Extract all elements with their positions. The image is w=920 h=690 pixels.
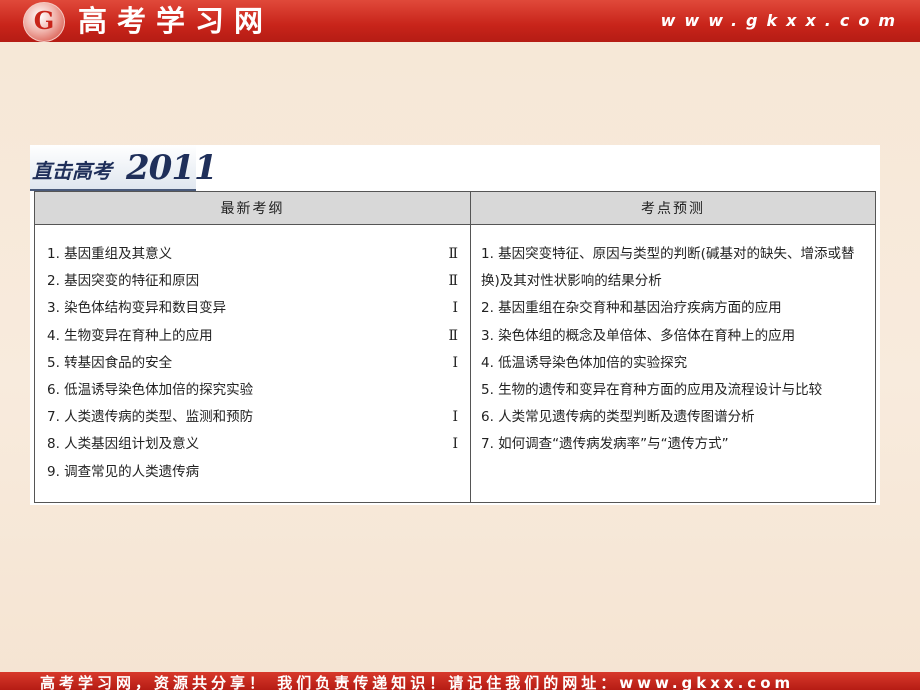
level-mark: Ⅰ xyxy=(452,300,458,317)
prediction-list: 1. 基因突变特征、原因与类型的判断(碱基对的缺失、增添或替换)及其对性状影响的… xyxy=(471,225,875,459)
list-item: 4. 生物变异在育种上的应用 Ⅱ xyxy=(35,323,470,350)
list-item: 1. 基因突变特征、原因与类型的判断(碱基对的缺失、增添或替换)及其对性状影响的… xyxy=(481,246,855,290)
list-item: 7. 人类遗传病的类型、监测和预防 Ⅰ xyxy=(35,404,470,431)
level-mark: Ⅰ xyxy=(452,354,458,371)
outline-table: 最新考纲 考点预测 1. 基因重组及其意义 Ⅱ 2. 基因突变的特征和原因 Ⅱ 3.… xyxy=(34,191,876,503)
list-item: 2. 基因突变的特征和原因 Ⅱ xyxy=(35,268,470,295)
section-title: 直击高考 xyxy=(32,159,112,183)
exam-outline-panel: 直击高考 2011 最新考纲 考点预测 1. 基因重组及其意义 Ⅱ 2. 基因突变… xyxy=(30,145,880,505)
list-item: 9. 调查常见的人类遗传病 xyxy=(47,463,200,480)
site-name: 高考学习网 xyxy=(78,4,274,38)
syllabus-cell: 1. 基因重组及其意义 Ⅱ 2. 基因突变的特征和原因 Ⅱ 3. 染色体结构变异和数… xyxy=(34,224,471,503)
list-item: 2. 基因重组在杂交育种和基因治疗疾病方面的应用 xyxy=(481,300,782,317)
bottom-banner: 高考学习网，资源共分享！ 我们负责传递知识！请记住我们的网址：www.gkxx.… xyxy=(0,672,920,690)
section-year: 2011 xyxy=(126,148,218,188)
section-header: 直击高考 2011 xyxy=(30,145,218,191)
level-mark: Ⅱ xyxy=(448,246,458,262)
top-banner: G 高考学习网 www.gkxx.com xyxy=(0,0,920,42)
table-body-row: 1. 基因重组及其意义 Ⅱ 2. 基因突变的特征和原因 Ⅱ 3. 染色体结构变异和数… xyxy=(34,224,876,503)
list-item: 3. 染色体组的概念及单倍体、多倍体在育种上的应用 xyxy=(481,327,796,344)
level-mark: Ⅰ xyxy=(452,409,458,426)
list-item: 1. 基因重组及其意义 Ⅱ xyxy=(35,241,470,268)
col-header-latest-syllabus: 最新考纲 xyxy=(34,191,471,225)
footer-text: 高考学习网，资源共分享！ 我们负责传递知识！请记住我们的网址：www.gkxx.… xyxy=(40,674,795,690)
list-item: 8. 人类基因组计划及意义 Ⅰ xyxy=(35,431,470,458)
list-item: 7. 如何调查“遗传病发病率”与“遗传方式” xyxy=(481,436,729,453)
list-item: 6. 人类常见遗传病的类型判断及遗传图谱分析 xyxy=(481,409,755,426)
col-header-predictions: 考点预测 xyxy=(470,191,876,225)
site-url: www.gkxx.com xyxy=(660,11,904,30)
level-mark: Ⅰ xyxy=(452,436,458,453)
list-item: 5. 生物的遗传和变异在育种方面的应用及流程设计与比较 xyxy=(481,382,823,399)
syllabus-list: 1. 基因重组及其意义 Ⅱ 2. 基因突变的特征和原因 Ⅱ 3. 染色体结构变异和数… xyxy=(35,225,470,486)
site-logo: G xyxy=(23,2,65,42)
logo-letter: G xyxy=(33,6,55,35)
level-mark: Ⅱ xyxy=(448,273,458,290)
list-item: 5. 转基因食品的安全 Ⅰ xyxy=(35,350,470,377)
list-item: 4. 低温诱导染色体加倍的实验探究 xyxy=(481,354,688,371)
table-header-row: 最新考纲 考点预测 xyxy=(34,191,876,225)
prediction-cell: 1. 基因突变特征、原因与类型的判断(碱基对的缺失、增添或替换)及其对性状影响的… xyxy=(470,224,876,503)
list-item: 6. 低温诱导染色体加倍的探究实验 xyxy=(47,381,254,398)
level-mark: Ⅱ xyxy=(448,327,458,344)
list-item: 3. 染色体结构变异和数目变异 Ⅰ xyxy=(35,295,470,322)
